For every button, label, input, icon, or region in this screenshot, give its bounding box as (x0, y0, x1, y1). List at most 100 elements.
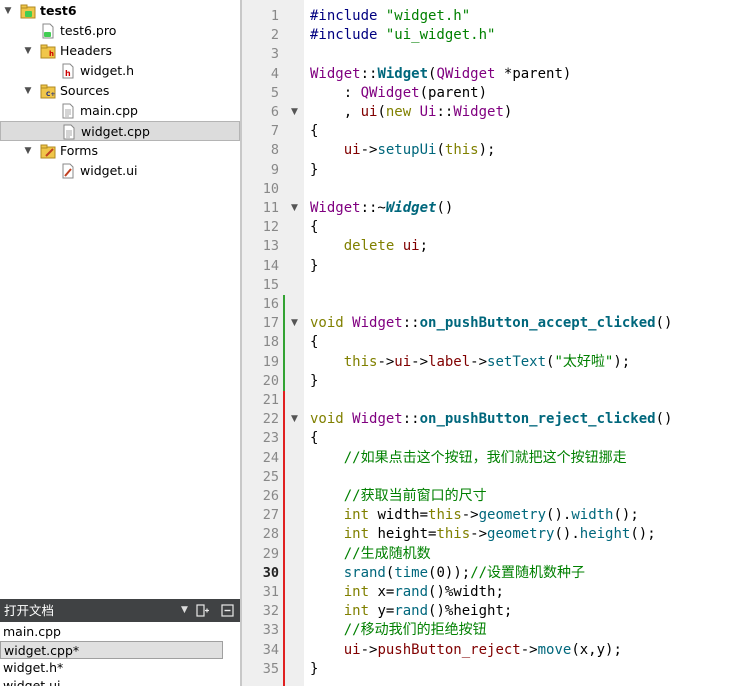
code-line[interactable]: { (310, 429, 318, 448)
code-line[interactable]: } (310, 660, 318, 679)
code-line[interactable]: } (310, 257, 318, 276)
open-document-label: widget.ui (3, 678, 61, 686)
code-line[interactable]: : QWidget(parent) (310, 84, 487, 103)
tree-item-widget-h[interactable]: h widget.h (0, 61, 240, 81)
svg-text:h: h (49, 50, 54, 58)
project-tree: ▼ test6 test6.pro ▼ h Headers h widget.h ▼ C+ Sour… (0, 0, 240, 596)
code-line[interactable]: void Widget::on_pushButton_accept_clicke… (310, 314, 672, 333)
open-document-label: widget.cpp* (4, 643, 80, 658)
code-line[interactable]: int height=this->geometry().height(); (310, 525, 656, 544)
cpp-file-icon (63, 124, 75, 140)
line-number: 21 (262, 392, 279, 408)
code-line[interactable]: this->ui->label->setText("太好啦"); (310, 353, 630, 372)
line-number: 31 (262, 584, 279, 600)
code-line[interactable]: Widget::~Widget() (310, 199, 453, 218)
line-number: 11 (262, 200, 279, 216)
tree-item-main-cpp[interactable]: main.cpp (0, 101, 240, 121)
code-line[interactable]: { (310, 218, 318, 237)
open-documents-title: 打开文档 (4, 603, 55, 618)
line-number: 22 (262, 411, 279, 428)
tree-item-widget-ui[interactable]: widget.ui (0, 161, 240, 181)
tree-item-label: test6 (40, 3, 77, 18)
line-number: 25 (262, 468, 279, 485)
code-line[interactable]: Widget::Widget(QWidget *parent) (310, 65, 571, 84)
fold-arrow-icon[interactable]: ▼ (291, 199, 299, 218)
line-number: 5 (270, 84, 279, 101)
code-line[interactable]: { (310, 333, 318, 352)
line-number: 3 (270, 46, 279, 63)
line-number: 12 (262, 219, 279, 236)
tree-item-test6[interactable]: ▼ test6 (0, 1, 240, 21)
tree-item-label: Forms (60, 143, 99, 158)
cpp-file-icon (62, 103, 74, 119)
code-line[interactable]: } (310, 161, 318, 180)
tree-item-label: test6.pro (60, 23, 117, 38)
open-document-label: widget.h* (3, 660, 64, 675)
line-number: 27 (262, 507, 279, 524)
code-line[interactable]: { (310, 122, 318, 141)
tree-item-forms[interactable]: ▼ Forms (0, 141, 240, 161)
code-line[interactable]: } (310, 372, 318, 391)
tree-item-label: Headers (60, 43, 113, 58)
code-line[interactable]: #include "ui_widget.h" (310, 26, 495, 45)
code-line[interactable]: //生成随机数 (310, 545, 431, 564)
line-number: 2 (270, 27, 279, 44)
fold-arrow-icon[interactable]: ▼ (291, 314, 299, 333)
line-number: 10 (262, 180, 279, 197)
fold-arrow-icon[interactable]: ▼ (291, 103, 299, 122)
tree-item-label: widget.h (80, 63, 135, 78)
line-number: 33 (262, 622, 279, 639)
code-line[interactable]: srand(time(0));//设置随机数种子 (310, 564, 585, 583)
code-line[interactable]: //如果点击这个按钮，我们就把这个按钮挪走 (310, 449, 627, 468)
code-line[interactable]: //获取当前窗口的尺寸 (310, 487, 487, 506)
chevron-down-icon[interactable]: ▼ (22, 141, 34, 161)
line-number: 26 (262, 488, 279, 504)
added-lines-marker (283, 295, 285, 391)
code-line[interactable]: ui->pushButton_reject->move(x,y); (310, 641, 622, 660)
chevron-down-icon[interactable]: ▼ (2, 1, 14, 21)
code-line[interactable]: int x=rand()%width; (310, 583, 504, 602)
ui-file-icon (62, 163, 74, 179)
code-line[interactable]: int width=this->geometry().width(); (310, 506, 639, 525)
qt-project-icon (20, 4, 36, 19)
line-number: 24 (262, 449, 279, 466)
line-number: 23 (262, 430, 279, 447)
code-line[interactable]: //移动我们的拒绝按钮 (310, 621, 487, 640)
code-line[interactable]: #include "widget.h" (310, 7, 470, 26)
close-pane-icon[interactable] (221, 604, 234, 617)
header-file-icon: h (62, 63, 74, 79)
chevron-down-icon[interactable]: ▼ (22, 81, 34, 101)
tree-item-headers[interactable]: ▼ h Headers (0, 41, 240, 61)
line-number: 19 (262, 353, 279, 370)
code-editor[interactable]: 1 2 3 4 5 6 7 8 9 10 11 12 13 14 15 16 17 18 19 20 21 22 23 24 2… (242, 0, 729, 686)
code-line[interactable]: void Widget::on_pushButton_reject_clicke… (310, 410, 672, 429)
split-view-icon[interactable] (196, 604, 210, 617)
open-document-item[interactable]: widget.cpp* (0, 641, 223, 659)
open-document-item[interactable]: widget.h* (0, 659, 240, 677)
code-line[interactable]: delete ui; (310, 237, 428, 256)
line-number: 30 (262, 564, 279, 581)
left-pane: ▼ test6 test6.pro ▼ h Headers h widget.h ▼ C+ Sour… (0, 0, 240, 686)
tree-item-widget-cpp[interactable]: widget.cpp (0, 121, 240, 141)
line-number: 29 (262, 545, 279, 562)
line-number: 16 (262, 296, 279, 312)
chevron-down-icon[interactable]: ▼ (181, 599, 188, 622)
line-number: 4 (270, 65, 279, 82)
open-document-item[interactable]: widget.ui (0, 677, 240, 686)
code-line[interactable]: int y=rand()%height; (310, 602, 513, 621)
line-number: 7 (270, 123, 279, 140)
open-document-label: main.cpp (3, 624, 61, 639)
line-number: 28 (262, 526, 279, 543)
code-line[interactable]: , ui(new Ui::Widget) (310, 103, 513, 122)
tree-item-test6-pro[interactable]: test6.pro (0, 21, 240, 41)
open-document-item[interactable]: main.cpp (0, 623, 240, 641)
tree-item-sources[interactable]: ▼ C+ Sources (0, 81, 240, 101)
line-number: 6 (270, 104, 279, 120)
sources-folder-icon: C+ (40, 84, 56, 99)
chevron-down-icon[interactable]: ▼ (22, 41, 34, 61)
line-number: 18 (262, 334, 279, 351)
code-line[interactable]: ui->setupUi(this); (310, 141, 496, 160)
tree-item-label: widget.cpp (81, 124, 150, 139)
line-number: 17 (262, 315, 279, 332)
fold-arrow-icon[interactable]: ▼ (291, 410, 299, 429)
